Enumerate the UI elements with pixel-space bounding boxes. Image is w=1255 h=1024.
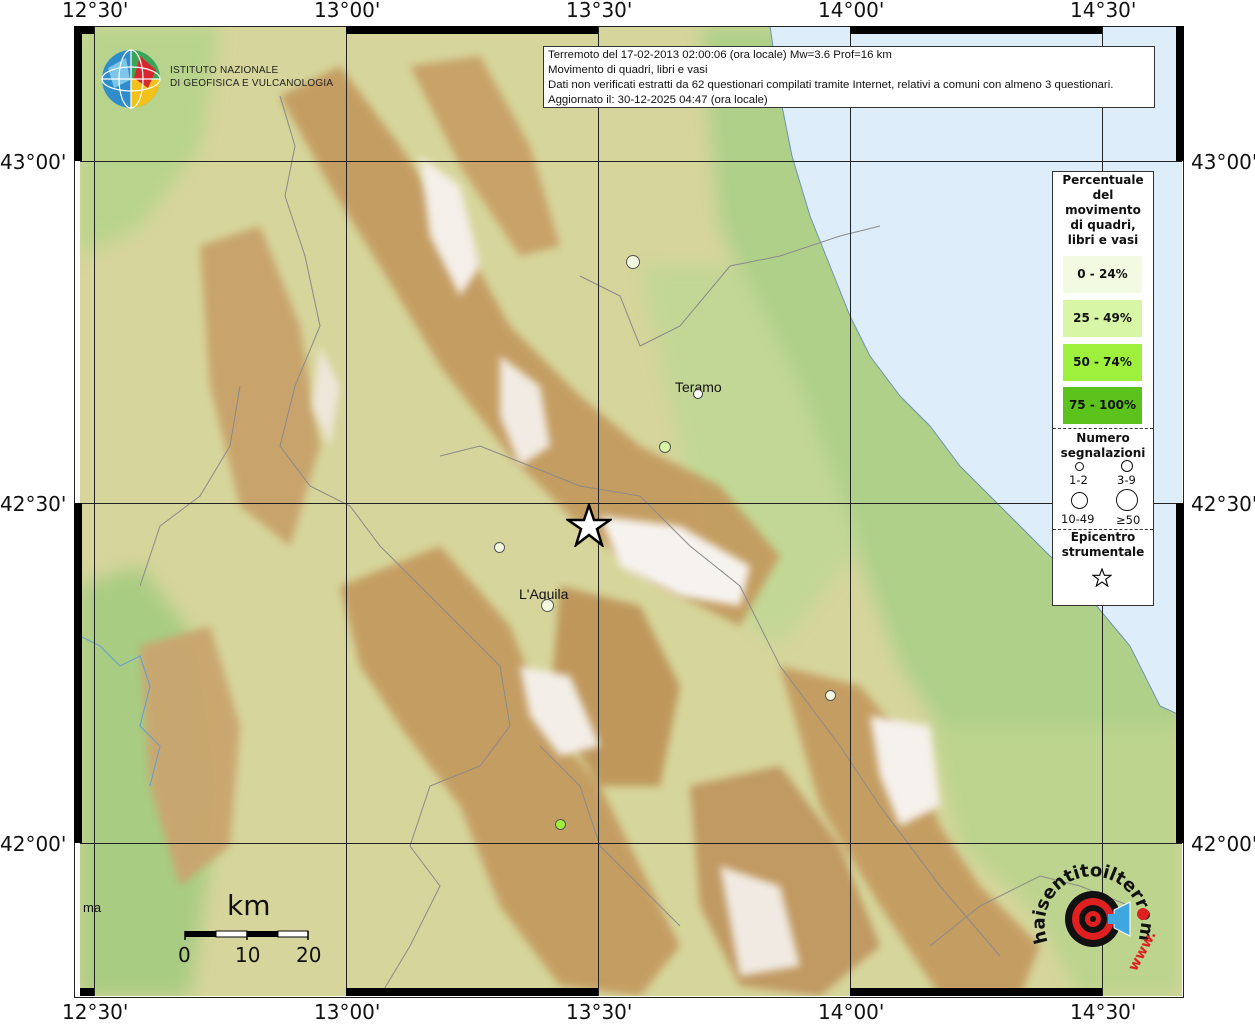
map-canvas[interactable] (80, 26, 1182, 996)
legend-title-line: Percentuale (1062, 173, 1144, 187)
graticule-lon-1300 (346, 26, 347, 996)
epicenter-title: Epicentro strumentale (1053, 530, 1153, 560)
count-label: 10-49 (1061, 512, 1095, 526)
lat-label-right: 42°30' (1191, 492, 1255, 516)
lon-label-bottom: 14°00' (818, 1000, 885, 1024)
epicenter-title-line: Epicentro (1070, 530, 1136, 544)
lon-label-bottom: 13°00' (314, 1000, 381, 1024)
legend-title: Percentuale del movimento di quadri, lib… (1053, 173, 1153, 248)
ingv-name-line2: DI GEOFISICA E VULCANOLOGIA (170, 78, 334, 89)
graticule-lon-1230 (94, 26, 95, 996)
intensity-point[interactable] (555, 819, 566, 830)
legend-title-line: libri e vasi (1067, 233, 1139, 247)
frame-bar (74, 26, 82, 161)
count-title-line: Numero (1076, 431, 1130, 445)
graticule-lat-4200 (80, 843, 1182, 844)
epicenter-title-line: strumentale (1061, 545, 1145, 559)
event-info-box: Terremoto del 17-02-2013 02:00:06 (ora l… (543, 46, 1155, 108)
count-circle-small (1075, 462, 1084, 471)
lon-label-top: 12°30' (62, 0, 129, 22)
haisentito-logo[interactable]: haisentitoilterremoto.it www. (1030, 862, 1160, 978)
graticule-lon-1400 (850, 26, 851, 996)
lat-label-left: 42°00' (0, 832, 67, 856)
lat-label-right: 43°00' (1191, 150, 1255, 174)
epicenter-star-icon[interactable] (566, 503, 612, 547)
ingv-globe-icon (101, 49, 161, 109)
legend-star-icon (1092, 568, 1112, 587)
count-circle-medium (1121, 460, 1133, 472)
frame-bar (80, 988, 94, 996)
legend-class-50-74: 50 - 74% (1063, 344, 1142, 381)
scale-bar (184, 930, 309, 940)
lon-label-top: 14°00' (818, 0, 885, 22)
graticule-lat-4300 (80, 161, 1182, 162)
frame-bar (80, 26, 94, 34)
scale-tick-0: 0 (178, 943, 191, 967)
intensity-point[interactable] (825, 690, 836, 701)
count-circle-large (1071, 492, 1088, 509)
count-circle-xlarge (1116, 489, 1138, 511)
frame-bar (346, 988, 598, 996)
ingv-name-line1: ISTITUTO NAZIONALE (170, 65, 279, 76)
intensity-point[interactable] (659, 441, 671, 453)
frame-bar (74, 503, 82, 843)
count-title: Numero segnalazioni (1053, 431, 1153, 461)
intensity-point[interactable] (494, 542, 505, 553)
event-effect: Movimento di quadri, libri e vasi (548, 64, 708, 76)
count-label: 3-9 (1117, 473, 1136, 487)
legend-class-0-24: 0 - 24% (1063, 256, 1142, 293)
frame-bar (1176, 26, 1184, 161)
frame-bar (1176, 503, 1184, 843)
count-label: ≥50 (1116, 513, 1141, 527)
lon-label-top: 13°30' (566, 0, 633, 22)
legend-title-line: movimento (1065, 203, 1141, 217)
scale-unit: km (227, 889, 271, 922)
lat-label-right: 42°00' (1191, 832, 1255, 856)
graticule-lat-4230 (80, 503, 1182, 504)
city-dot-teramo (693, 389, 703, 399)
lat-label-left: 43°00' (0, 150, 67, 174)
watermark-url: www. (1125, 928, 1159, 974)
scale-tick-20: 20 (296, 943, 322, 967)
lon-label-bottom: 13°30' (566, 1000, 633, 1024)
intensity-point[interactable] (626, 255, 640, 269)
lon-label-bottom: 14°30' (1070, 1000, 1137, 1024)
place-label-roma: ma (83, 900, 102, 915)
frame-bar (850, 988, 1102, 996)
intensity-point[interactable] (541, 599, 554, 612)
frame-bar (850, 26, 1102, 34)
ingv-name: ISTITUTO NAZIONALE DI GEOFISICA E VULCAN… (170, 64, 333, 90)
event-header: Terremoto del 17-02-2013 02:00:06 (ora l… (548, 49, 892, 61)
legend-class-75-100: 75 - 100% (1063, 387, 1142, 424)
legend-title-line: del (1092, 188, 1114, 202)
legend-divider (1053, 428, 1153, 429)
lon-label-top: 14°30' (1070, 0, 1137, 22)
event-updated: Aggiornato il: 30-12-2025 04:47 (ora loc… (548, 94, 768, 106)
lon-label-top: 13°00' (314, 0, 381, 22)
count-label: 1-2 (1069, 473, 1088, 487)
legend-class-25-49: 25 - 49% (1063, 300, 1142, 337)
lon-label-bottom: 12°30' (62, 1000, 129, 1024)
terrain-layer (80, 26, 1182, 996)
legend-panel: Percentuale del movimento di quadri, lib… (1052, 171, 1154, 606)
event-data-note: Dati non verificati estratti da 62 quest… (548, 79, 1114, 91)
lat-label-left: 42°30' (0, 492, 67, 516)
frame-bar (346, 26, 598, 34)
scale-tick-10: 10 (235, 943, 261, 967)
legend-title-line: di quadri, (1070, 218, 1136, 232)
count-title-line: segnalazioni (1060, 446, 1146, 460)
